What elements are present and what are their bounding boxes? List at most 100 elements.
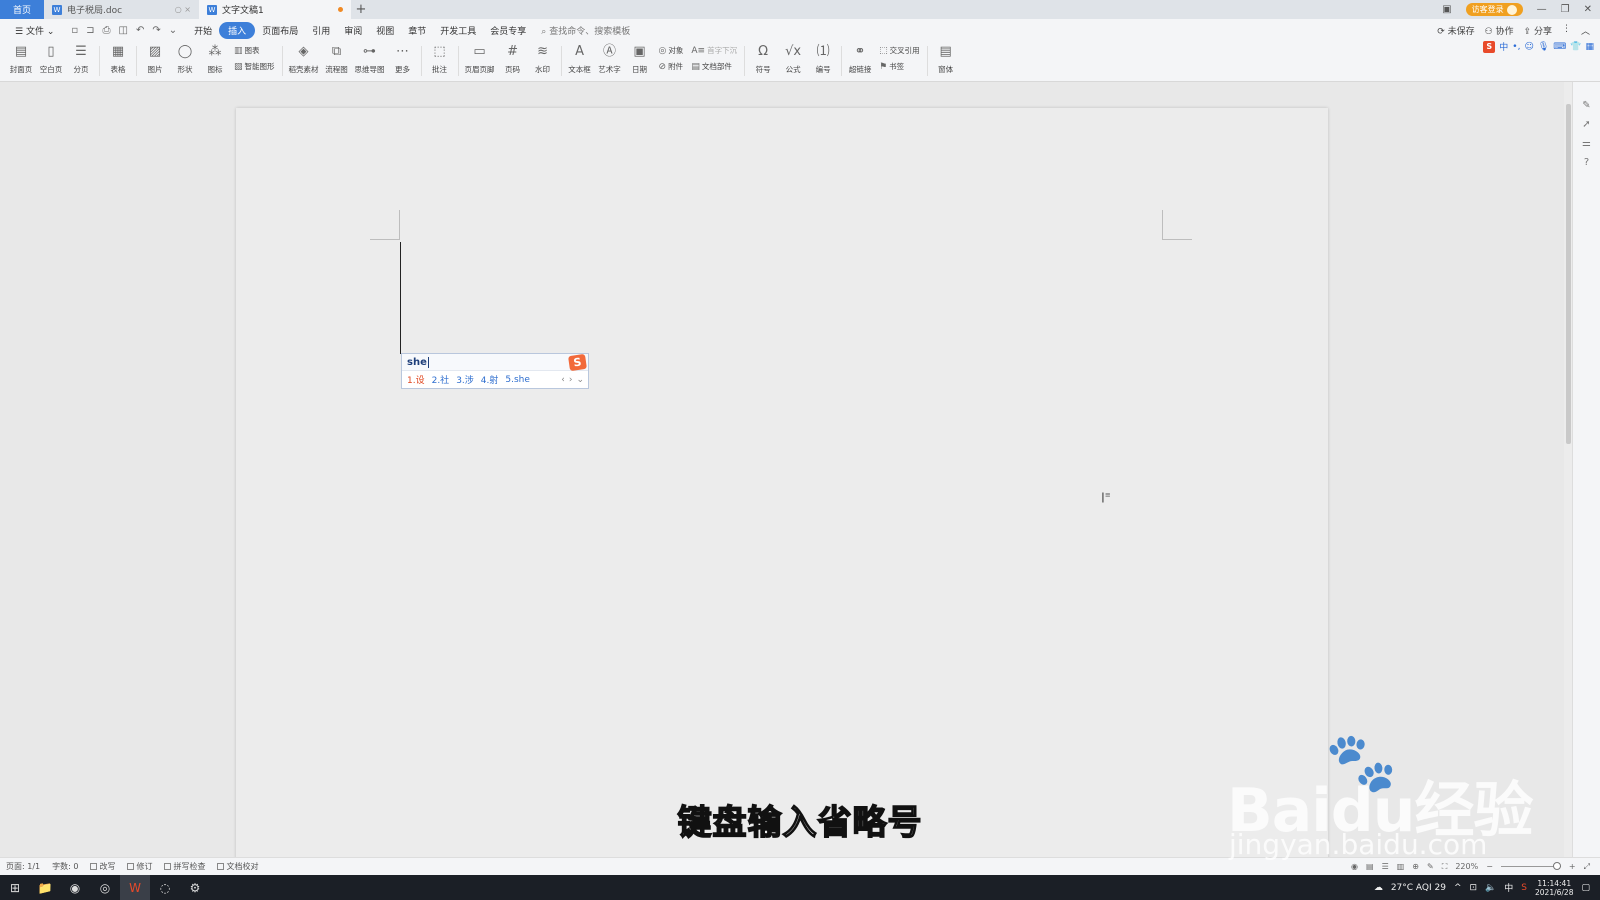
share-button[interactable]: ⇪ 分享 [1524,24,1552,37]
preview-icon[interactable]: ◫ [119,25,128,36]
document-page[interactable] [236,108,1328,868]
media-player-icon[interactable]: ◌ [150,875,180,900]
read-view-icon[interactable]: ▥ [1397,862,1405,871]
comment-button[interactable]: ⬚ 批注 [425,42,455,75]
add-tab-button[interactable]: + [351,0,371,19]
toolbox-icon[interactable]: ▦ [1585,42,1594,52]
crossref-button[interactable]: ⬚ 交叉引用 [879,45,920,56]
spellcheck-toggle[interactable]: 拼写检查 [164,861,205,872]
page-number-button[interactable]: # 页码 [498,42,528,75]
layout-icon[interactable]: ▣ [1442,4,1451,15]
tab-home[interactable]: 首页 [0,0,44,19]
system-clock[interactable]: 11:14:41 2021/6/28 [1535,879,1573,897]
tab-close-icon[interactable]: ○ × [175,5,191,14]
file-menu[interactable]: ☰ 文件 ⌄ [8,24,61,37]
minimize-icon[interactable]: — [1537,4,1547,15]
collapse-ribbon-icon[interactable]: ︿ [1581,24,1590,37]
weather-text[interactable]: 27°C AQI 29 [1391,883,1446,893]
pointer-icon[interactable]: ➚ [1582,119,1590,130]
docpart-button[interactable]: ▤ 文档部件 [691,61,737,72]
page-count[interactable]: 页面: 1/1 [6,861,40,872]
wordart-button[interactable]: Ⓐ 艺术字 [595,42,625,75]
symbol-button[interactable]: Ω 符号 [748,42,778,75]
menu-item-reference[interactable]: 引用 [305,24,337,37]
zoom-level[interactable]: 220% [1455,862,1478,871]
ime-candidate[interactable]: 4.射 [481,373,499,386]
rewrite-toggle[interactable]: 改写 [90,861,115,872]
chevron-down-icon[interactable]: ⌄ [169,25,177,36]
date-button[interactable]: ▣ 日期 [625,42,655,75]
shape-button[interactable]: ◯ 形状 [170,42,200,75]
page-view-icon[interactable]: ▤ [1366,862,1374,871]
keyboard-icon[interactable]: ⌨ [1553,42,1566,52]
weather-icon[interactable]: ☁ [1374,883,1383,893]
print-icon[interactable]: ⎙ [103,25,111,36]
pen-icon[interactable]: ✎ [1582,100,1590,111]
help-icon[interactable]: ? [1584,157,1589,168]
ime-candidate[interactable]: 5.she [505,375,530,385]
ime-mode-label[interactable]: 中 [1499,40,1508,53]
microphone-icon[interactable]: 🎙 [1538,42,1549,52]
chevron-down-icon[interactable]: ⌄ [576,375,584,385]
header-footer-button[interactable]: ▭ 页眉页脚 [462,42,498,75]
blank-page-button[interactable]: ▯ 空白页 [36,42,66,75]
menu-item-start[interactable]: 开始 [187,24,219,37]
network-icon[interactable]: ⊡ [1470,883,1478,893]
emoji-icon[interactable]: ☺ [1524,42,1533,52]
zoom-in-icon[interactable]: + [1569,862,1576,871]
pen-icon[interactable]: ✎ [1427,862,1434,871]
flowchart-button[interactable]: ⧉ 流程图 [322,42,352,75]
watermark-button[interactable]: ≋ 水印 [528,42,558,75]
fit-page-icon[interactable]: ⛶ [1442,862,1448,872]
textbox-button[interactable]: A 文本框 [565,42,595,75]
more-icon[interactable]: ⋮ [1562,24,1571,37]
fullscreen-icon[interactable]: ⤢ [1584,862,1590,872]
word-count[interactable]: 字数: 0 [52,861,78,872]
picture-button[interactable]: ▨ 图片 [140,42,170,75]
menu-item-section[interactable]: 章节 [401,24,433,37]
undo-icon[interactable]: ↶ [136,25,144,36]
smartart-button[interactable]: ▧ 智能图形 [234,61,275,72]
language-indicator[interactable]: 中 [1504,881,1513,894]
settings-gear-icon[interactable]: ⚙ [180,875,210,900]
numbering-button[interactable]: ⑴ 编号 [808,42,838,75]
sogou-logo-icon[interactable]: S [1483,40,1496,53]
eye-icon[interactable]: ◉ [1351,862,1358,871]
skin-icon[interactable]: 👕 [1570,42,1581,52]
menu-item-view[interactable]: 视图 [369,24,401,37]
notification-icon[interactable]: ▢ [1581,883,1590,893]
open-icon[interactable]: ⊐ [86,25,94,36]
icons-button[interactable]: ⁂ 图标 [200,42,230,75]
table-button[interactable]: ▦ 表格 [103,42,133,75]
settings-sliders-icon[interactable]: ⚌ [1582,138,1591,149]
menu-item-layout[interactable]: 页面布局 [255,24,305,37]
chrome-profile-icon[interactable]: ◎ [90,875,120,900]
collab-button[interactable]: ⚇ 协作 [1485,24,1514,37]
hyperlink-button[interactable]: ⚭ 超链接 [845,42,875,75]
menu-item-devtools[interactable]: 开发工具 [433,24,483,37]
scrollbar-thumb[interactable] [1566,104,1571,444]
unsaved-button[interactable]: ⟳ 未保存 [1437,24,1474,37]
zoom-slider-knob[interactable] [1552,862,1561,870]
menu-item-review[interactable]: 审阅 [337,24,369,37]
ime-candidate[interactable]: 3.涉 [456,373,474,386]
proofread-toggle[interactable]: 文档校对 [217,861,258,872]
page-break-button[interactable]: ☰ 分页 [66,42,96,75]
formula-button[interactable]: √x 公式 [778,42,808,75]
cover-page-button[interactable]: ▤ 封面页 [6,42,36,75]
revise-toggle[interactable]: 修订 [127,861,152,872]
chrome-icon[interactable]: ◉ [60,875,90,900]
save-icon[interactable]: ▫ [71,25,78,36]
menu-item-insert[interactable]: 插入 [219,22,256,39]
next-page-icon[interactable]: › [569,375,573,385]
login-button[interactable]: 访客登录 [1465,3,1523,16]
mindmap-button[interactable]: ⊶ 思维导图 [352,42,388,75]
material-button[interactable]: ◈ 稻壳素材 [286,42,322,75]
command-search[interactable]: ⌕ 查找命令、搜索模板 [541,24,630,37]
window-form-button[interactable]: ▤ 窗体 [931,42,961,75]
dropcap-button[interactable]: A≡ 首字下沉 [691,45,737,56]
maximize-icon[interactable]: ❐ [1561,4,1570,15]
windows-start-icon[interactable]: ⊞ [0,875,30,900]
redo-icon[interactable]: ↷ [152,25,160,36]
web-view-icon[interactable]: ⊕ [1412,862,1419,871]
